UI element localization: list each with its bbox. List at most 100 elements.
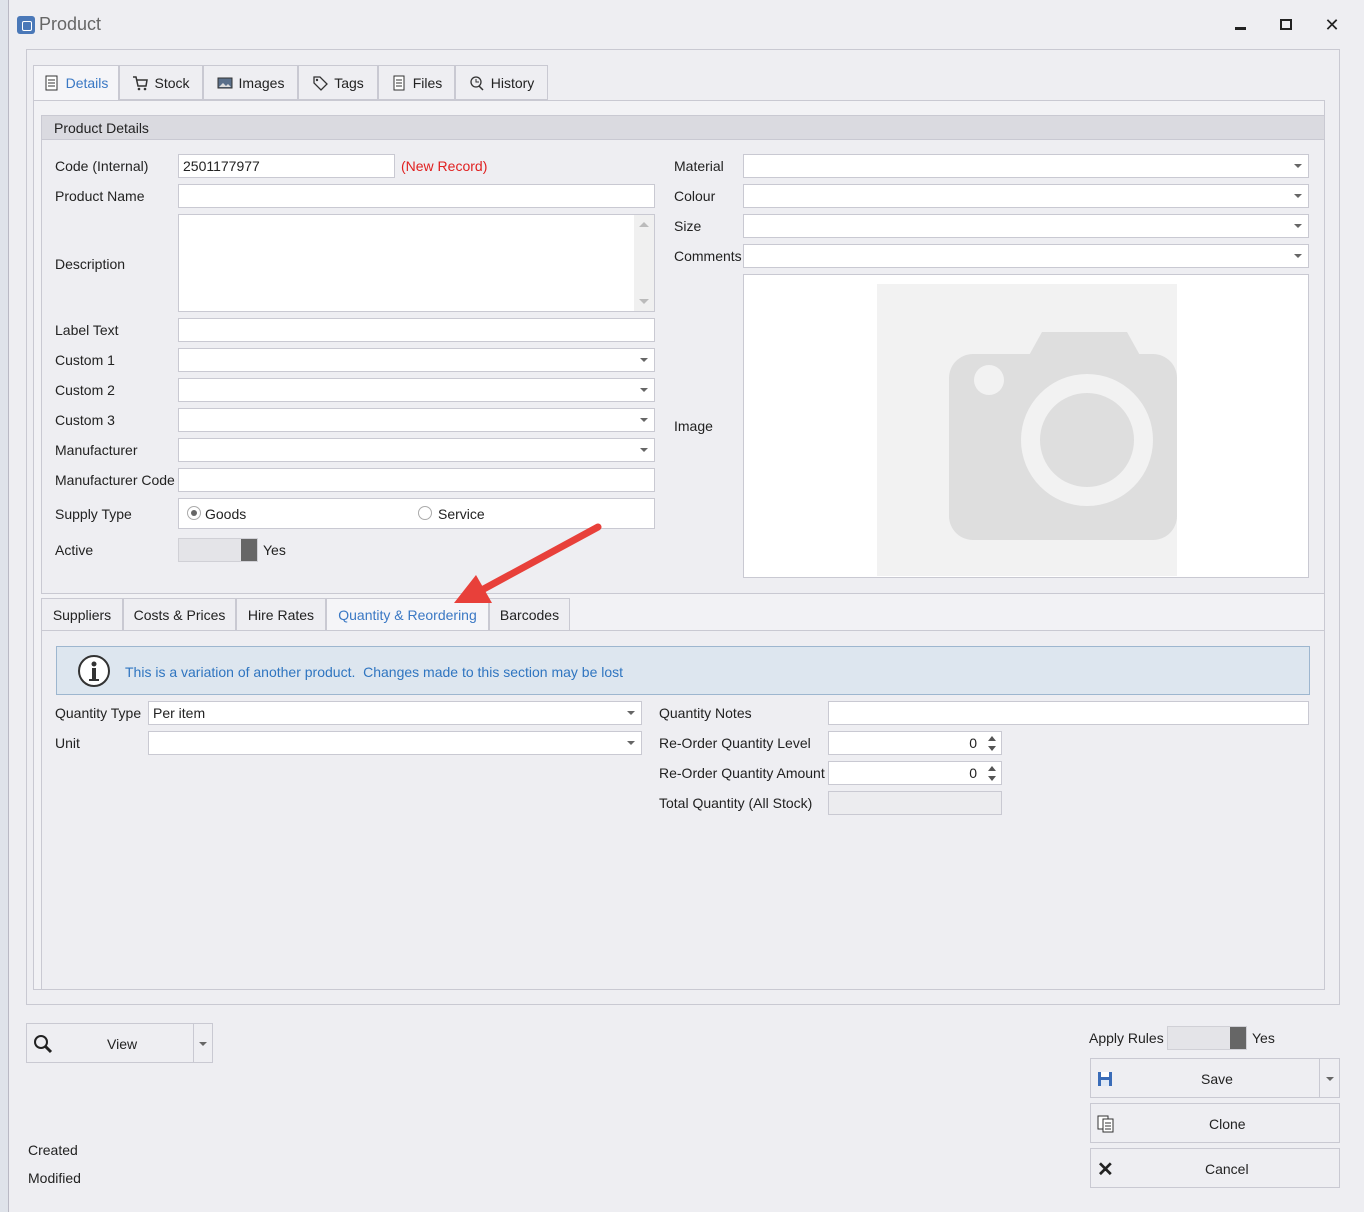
quantity-type-dropdown[interactable]: Per item bbox=[148, 701, 642, 725]
new-record-label: (New Record) bbox=[401, 158, 488, 174]
save-button[interactable]: Save bbox=[1090, 1058, 1340, 1098]
chevron-down-icon[interactable] bbox=[1326, 1077, 1334, 1081]
close-button[interactable]: ✕ bbox=[1317, 12, 1347, 38]
window-title: Product bbox=[39, 14, 102, 34]
quantity-notes-input[interactable] bbox=[828, 701, 1309, 725]
reorder-level-spinner[interactable]: 0 bbox=[828, 731, 1002, 755]
goods-radio[interactable] bbox=[187, 506, 201, 520]
minimize-icon bbox=[1235, 27, 1246, 30]
size-label: Size bbox=[674, 218, 702, 234]
save-label: Save bbox=[1201, 1071, 1233, 1087]
tab-tags[interactable]: Tags bbox=[298, 65, 378, 100]
search-icon bbox=[33, 1034, 53, 1057]
created-label: Created bbox=[28, 1142, 78, 1158]
label-text-input[interactable] bbox=[178, 318, 655, 342]
quantity-notes-label: Quantity Notes bbox=[659, 705, 752, 721]
unit-dropdown[interactable] bbox=[148, 731, 642, 755]
total-quantity-label: Total Quantity (All Stock) bbox=[659, 795, 813, 811]
background-window-edge bbox=[0, 0, 8, 1212]
supply-type-label: Supply Type bbox=[55, 506, 132, 522]
active-value: Yes bbox=[263, 542, 286, 558]
subtab-costs-prices[interactable]: Costs & Prices bbox=[123, 598, 236, 631]
tab-details-label: Details bbox=[65, 75, 109, 91]
colour-dropdown[interactable] bbox=[743, 184, 1309, 208]
files-icon bbox=[391, 75, 407, 91]
apply-rules-toggle[interactable] bbox=[1167, 1026, 1247, 1050]
active-label: Active bbox=[55, 542, 94, 558]
tab-images[interactable]: Images bbox=[203, 65, 298, 100]
close-icon: ✕ bbox=[1324, 15, 1340, 35]
product-name-input[interactable] bbox=[178, 184, 655, 208]
app-icon bbox=[17, 16, 35, 34]
scroll-up-icon[interactable] bbox=[639, 222, 649, 227]
document-icon bbox=[44, 75, 60, 91]
total-quantity-field bbox=[828, 791, 1002, 815]
subtab-suppliers[interactable]: Suppliers bbox=[41, 598, 123, 631]
maximize-button[interactable] bbox=[1271, 12, 1301, 38]
tag-icon bbox=[312, 75, 329, 91]
manufacturer-dropdown[interactable] bbox=[178, 438, 655, 462]
chevron-down-icon[interactable] bbox=[199, 1042, 207, 1046]
image-label: Image bbox=[674, 418, 713, 434]
clone-button[interactable]: Clone bbox=[1090, 1103, 1340, 1143]
goods-label[interactable]: Goods bbox=[205, 506, 246, 522]
scroll-down-icon[interactable] bbox=[639, 299, 649, 304]
service-radio[interactable] bbox=[418, 506, 432, 520]
quantity-type-label: Quantity Type bbox=[55, 705, 142, 721]
custom2-dropdown[interactable] bbox=[178, 378, 655, 402]
modified-label: Modified bbox=[28, 1170, 81, 1186]
comments-dropdown[interactable] bbox=[743, 244, 1309, 268]
description-textarea[interactable] bbox=[178, 214, 655, 312]
tab-history[interactable]: History bbox=[455, 65, 548, 100]
comments-label: Comments bbox=[674, 248, 742, 264]
tab-tags-label: Tags bbox=[334, 74, 364, 91]
info-banner: This is a variation of another product. … bbox=[56, 646, 1310, 695]
custom1-label: Custom 1 bbox=[55, 352, 115, 368]
info-icon bbox=[77, 654, 111, 688]
cancel-button[interactable]: ✕ Cancel bbox=[1090, 1148, 1340, 1188]
colour-label: Colour bbox=[674, 188, 716, 204]
size-dropdown[interactable] bbox=[743, 214, 1309, 238]
product-details-header: Product Details bbox=[41, 115, 1325, 140]
unit-label: Unit bbox=[55, 735, 80, 751]
custom1-dropdown[interactable] bbox=[178, 348, 655, 372]
reorder-level-value: 0 bbox=[969, 735, 977, 751]
annotation-arrow bbox=[454, 523, 602, 603]
tab-details[interactable]: Details bbox=[33, 65, 119, 101]
history-icon bbox=[469, 75, 485, 91]
tab-stock[interactable]: Stock bbox=[119, 65, 203, 100]
manufacturer-code-input[interactable] bbox=[178, 468, 655, 492]
product-name-label: Product Name bbox=[55, 188, 145, 204]
tab-files-label: Files bbox=[412, 74, 443, 91]
manufacturer-code-label: Manufacturer Code bbox=[55, 472, 175, 488]
subtab-hire-rates[interactable]: Hire Rates bbox=[236, 598, 326, 631]
spin-down-icon[interactable] bbox=[988, 776, 996, 781]
save-icon bbox=[1097, 1071, 1113, 1090]
label-text-label: Label Text bbox=[55, 322, 119, 338]
spin-down-icon[interactable] bbox=[988, 746, 996, 751]
view-button[interactable]: View bbox=[26, 1023, 213, 1063]
active-toggle[interactable] bbox=[178, 538, 258, 562]
image-box[interactable] bbox=[743, 274, 1309, 578]
title-bar: Product ✕ bbox=[9, 0, 1364, 48]
description-scrollbar[interactable] bbox=[634, 215, 654, 311]
material-label: Material bbox=[674, 158, 724, 174]
camera-placeholder-icon bbox=[877, 284, 1177, 576]
tab-files[interactable]: Files bbox=[378, 65, 455, 100]
reorder-amount-label: Re-Order Quantity Amount bbox=[659, 765, 825, 781]
clone-label: Clone bbox=[1209, 1116, 1246, 1132]
minimize-button[interactable] bbox=[1225, 12, 1255, 38]
custom3-dropdown[interactable] bbox=[178, 408, 655, 432]
reorder-amount-spinner[interactable]: 0 bbox=[828, 761, 1002, 785]
apply-rules-value: Yes bbox=[1252, 1030, 1275, 1046]
apply-rules-label: Apply Rules bbox=[1089, 1030, 1164, 1046]
info-text: This is a variation of another product. … bbox=[125, 664, 624, 680]
material-dropdown[interactable] bbox=[743, 154, 1309, 178]
tab-images-label: Images bbox=[238, 74, 285, 91]
cancel-label: Cancel bbox=[1205, 1161, 1249, 1177]
custom3-label: Custom 3 bbox=[55, 412, 115, 428]
code-input[interactable]: 2501177977 bbox=[178, 154, 395, 178]
spin-up-icon[interactable] bbox=[988, 766, 996, 771]
cancel-x-icon: ✕ bbox=[1097, 1159, 1114, 1181]
spin-up-icon[interactable] bbox=[988, 736, 996, 741]
